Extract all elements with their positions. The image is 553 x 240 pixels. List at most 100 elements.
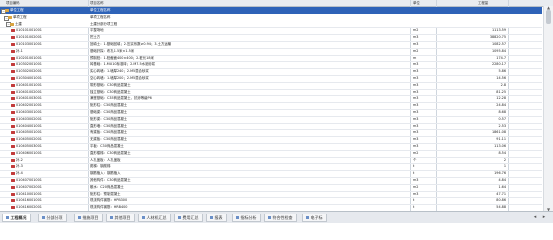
cell-name[interactable]: 空心砖墙：1.墙厚200；2.M5混合砂浆 [90,76,400,81]
cell-name[interactable]: 满堂基础：C35商品混凝土，抗渗等级P6 [90,96,400,101]
cell-code[interactable]: 010405003001 [16,144,42,149]
cell-code[interactable]: 补-1 [16,49,23,54]
sheet-tab[interactable]: 措施项目 [74,213,103,222]
cell-code[interactable]: 010410001001 [16,192,42,197]
cell-code[interactable]: 010405002001 [16,137,42,142]
vertical-scrollbar[interactable]: ▲ ▼ [543,6,553,211]
cell-unit[interactable]: m3 [413,69,433,74]
cell-unit[interactable]: m3 [413,83,433,88]
cell-name[interactable]: 单项工程名称 [90,15,400,20]
cell-code[interactable]: 010103001001 [16,42,42,47]
cell-name[interactable]: 矩形柱：预制混凝土 [90,192,400,197]
cell-code[interactable]: 010405001001 [16,130,42,135]
cell-quantity[interactable]: 1.64 [440,185,506,190]
cell-code[interactable]: 010101002001 [16,35,42,40]
cell-quantity[interactable]: 91.11 [440,137,506,142]
cell-name[interactable]: 实心砖墙：1.墙厚240；2.M5混合砂浆 [90,69,400,74]
cell-name[interactable]: 现浇构件钢筋：HPB300 [90,198,400,203]
cell-quantity[interactable]: 54.88 [440,205,506,210]
cell-unit[interactable]: m3 [413,124,433,129]
cell-quantity[interactable]: 14.56 [440,76,506,81]
cell-unit[interactable]: m3 [413,144,433,149]
cell-name[interactable]: 基础梁：C30商品混凝土 [90,110,400,115]
cell-name[interactable]: 无梁板：C30商品混凝土 [90,137,400,142]
cell-name[interactable]: 有梁板：C30商品混凝土 [90,130,400,135]
header-unit[interactable]: 单位 [413,1,420,6]
cell-code[interactable]: 单位工程 [10,8,24,13]
cell-code[interactable]: 010304001001 [16,76,42,81]
cell-quantity[interactable]: 174.7 [440,56,506,61]
cell-quantity[interactable]: 47.71 [440,192,506,197]
scroll-thumb[interactable] [546,10,551,24]
cell-code[interactable]: 010201001001 [16,56,42,61]
cell-quantity[interactable]: 2.53 [440,124,506,129]
cell-unit[interactable]: 个 [413,158,433,163]
sheet-tab[interactable]: 分部分项 [38,213,67,222]
cell-quantity[interactable]: 0.57 [440,117,506,122]
tab-scroll-right-icon[interactable]: ▸ [541,214,547,220]
cell-quantity[interactable]: 5.86 [440,69,506,74]
cell-name[interactable]: 基础钎探：布孔1.5米×1.5米 [90,49,400,54]
cell-unit[interactable]: m3 [413,178,433,183]
cell-quantity[interactable]: 2.8 [440,83,506,88]
scroll-up-arrow-icon[interactable]: ▲ [546,6,551,10]
sheet-tab[interactable]: 报表 [206,213,227,222]
cell-quantity[interactable]: 1095.84 [440,49,506,54]
cell-quantity[interactable]: 8.54 [440,151,506,156]
cell-code[interactable]: 010401002001 [16,90,42,95]
cell-unit[interactable]: m3 [413,117,433,122]
header-code[interactable]: 项目编码 [6,1,20,6]
cell-name[interactable]: 直形墙：C30商品混凝土 [90,124,400,129]
cell-quantity[interactable]: 2280.17 [440,62,506,67]
cell-quantity[interactable]: 4.84 [440,178,506,183]
cell-unit[interactable]: t [413,164,433,169]
sheet-tab[interactable]: 费用汇总 [174,213,203,222]
cell-name[interactable]: 直形楼梯：C30商品混凝土 [90,151,400,156]
cell-code[interactable]: 010416001001 [16,198,42,203]
cell-name[interactable]: 带形基础：C30商品混凝土 [90,83,400,88]
cell-unit[interactable]: m [413,56,433,61]
cell-code[interactable]: 010406001001 [16,151,42,156]
cell-quantity[interactable]: 1082.57 [440,42,506,47]
cell-unit[interactable]: m3 [413,35,433,40]
cell-code[interactable]: 010401001001 [16,83,42,88]
cell-unit[interactable]: m3 [413,192,433,197]
cell-code[interactable]: 010302002001 [16,69,42,74]
sheet-tab[interactable]: 人材机汇总 [138,213,171,222]
cell-name[interactable]: 土建分部分项工程 [90,22,400,27]
sheet-tab[interactable]: 符合性检查 [264,213,297,222]
cell-quantity[interactable]: 38820.75 [440,35,506,40]
sheet-tab[interactable]: 其他项目 [106,213,135,222]
sheet-tab[interactable]: 工程概况 [2,213,31,222]
cell-quantity[interactable]: 8.68 [440,110,506,115]
cell-name[interactable]: 散水：C20商品混凝土 [90,185,400,190]
tab-scroll-left-icon[interactable]: ◂ [532,214,538,220]
cell-name[interactable]: 爬梯：钢爬梯 [90,164,400,169]
cell-name[interactable]: 其他构件：C30商品混凝土 [90,178,400,183]
cell-code[interactable]: 土建 [15,22,22,27]
cell-unit[interactable]: m3 [413,137,433,142]
cell-code[interactable]: 补-3 [16,164,23,169]
sheet-tab[interactable]: 指标分析 [232,213,261,222]
cell-quantity[interactable]: 1861.08 [440,130,506,135]
cell-name[interactable]: 平板：C30商品混凝土 [90,144,400,149]
cell-name[interactable]: 砖基础：1.MU10标准砖；2.M7.5水泥砂浆 [90,62,400,67]
cell-unit[interactable]: m3 [413,103,433,108]
cell-name[interactable]: 预制桩：1.桩截面400×400；2.桩长18米 [90,56,400,61]
cell-quantity[interactable]: 2 [440,158,506,163]
cell-code[interactable]: 010407001001 [16,178,42,183]
cell-name[interactable]: 独立基础：C30商品混凝土 [90,90,400,95]
table-row[interactable]: 010416002001 现浇构件钢筋：HRB400 t 54.88 [0,204,542,211]
cell-quantity[interactable]: 12.28 [440,96,506,101]
cell-code[interactable]: 010403002001 [16,117,42,122]
cell-unit[interactable]: m3 [413,130,433,135]
cell-unit[interactable]: t [413,198,433,203]
cell-unit[interactable]: m2 [413,28,433,33]
cell-name[interactable]: 单位工程名称 [90,8,400,13]
cell-name[interactable]: 矩形梁：C30商品混凝土 [90,117,400,122]
cell-quantity[interactable]: 1 [440,164,506,169]
cell-quantity[interactable]: 196.76 [440,171,506,176]
cell-name[interactable]: 挖土方 [90,35,400,40]
cell-quantity[interactable]: 113.06 [440,144,506,149]
cell-name[interactable]: 平整场地 [90,28,400,33]
